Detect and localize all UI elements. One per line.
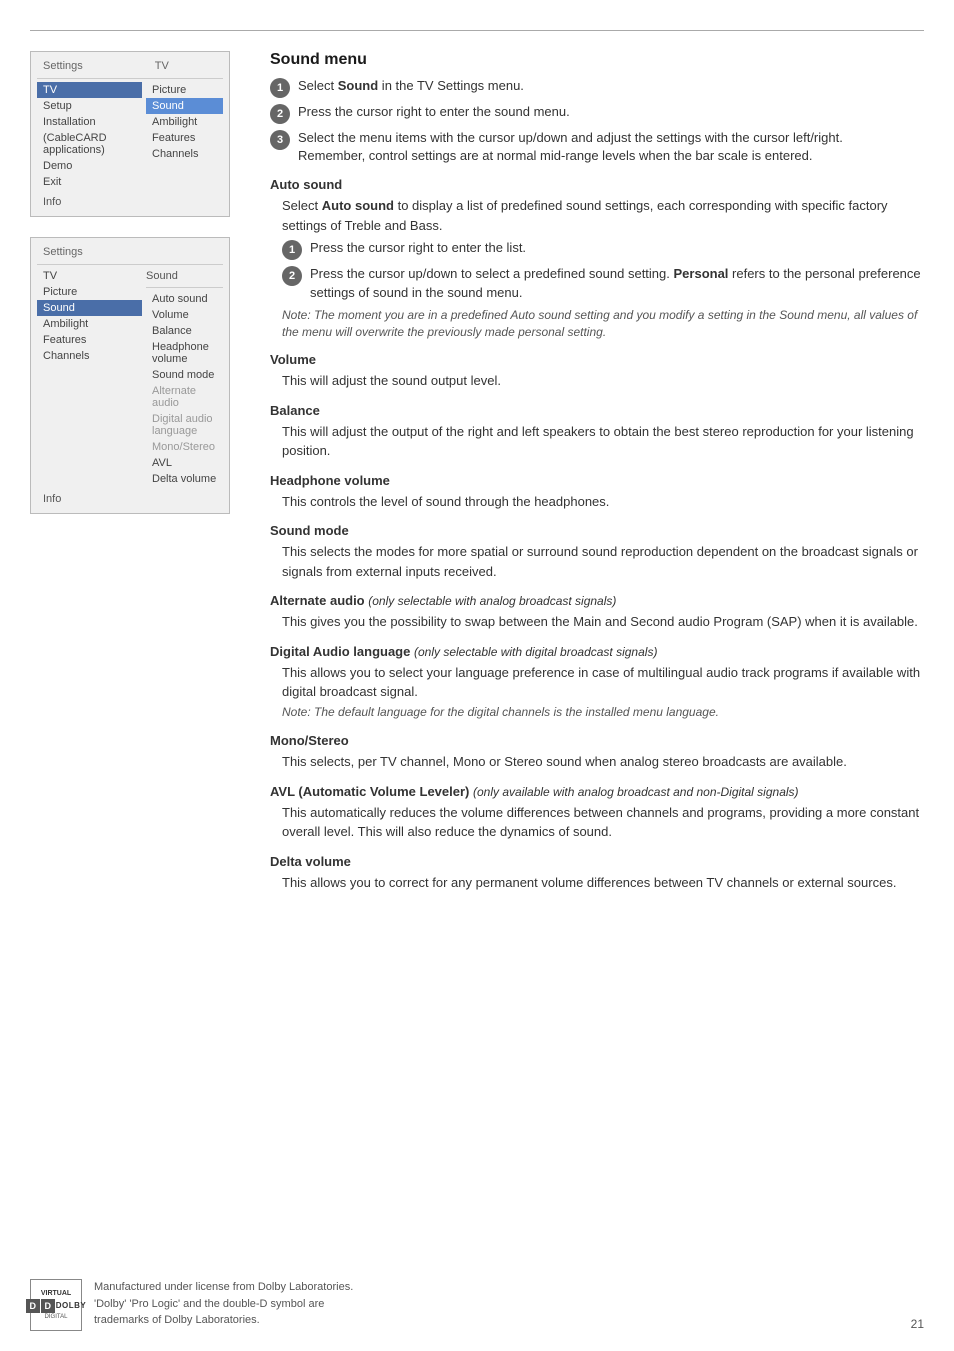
menu-item[interactable]: Ambilight [146,114,223,130]
section-avl-body: This automatically reduces the volume di… [270,803,924,842]
section-auto-sound-body: Select Auto sound to display a list of p… [270,196,924,235]
section-balance-body: This will adjust the output of the right… [270,422,924,461]
auto-sound-step-text-2: Press the cursor up/down to select a pre… [310,265,924,301]
section-auto-sound-title: Auto sound [270,177,924,192]
section-mono-title: Mono/Stereo [270,733,924,748]
menu-item[interactable]: Features [37,332,142,348]
dolby-middle: D D DOLBY [26,1299,87,1313]
menu-item[interactable]: Picture [146,82,223,98]
top-rule [30,30,924,31]
menu-item[interactable]: Volume [146,307,223,323]
menu1-info: Info [37,194,223,210]
menu2-sound-divider [146,287,223,288]
dolby-d-icon: D [26,1299,40,1313]
section-volume-title: Volume [270,352,924,367]
menu-header-1: Settings TV [37,58,223,74]
menu2-settings-label: Settings [37,244,89,260]
section-digital-body: This allows you to select your language … [270,663,924,722]
page-container: Settings TV TV Setup Installation (Cable… [0,0,954,1351]
menu-item[interactable]: Exit [37,174,142,190]
page-number: 21 [911,1317,924,1331]
menu-item[interactable]: Channels [146,146,223,162]
auto-sound-note: Note: The moment you are in a predefined… [270,307,924,341]
auto-sound-step-number-2: 2 [282,266,302,286]
section-delta-title: Delta volume [270,854,924,869]
menu2-sound-header: Sound [146,268,223,284]
left-column: Settings TV TV Setup Installation (Cable… [30,51,250,896]
section-mono-body: This selects, per TV channel, Mono or St… [270,752,924,772]
section-headphone-body: This controls the level of sound through… [270,492,924,512]
menu2-divider [37,264,223,265]
menu-header-2: Settings [37,244,223,260]
menu-item[interactable]: Channels [37,348,142,364]
menu2-left-col: TV Picture Sound Ambilight Features Chan… [37,268,142,487]
dolby-logo: VIRTUAL D D DOLBY DIGITAL [30,1279,82,1331]
menu-item[interactable]: Digital audio language [146,411,223,439]
section-balance-title: Balance [270,403,924,418]
menu-box-2: Settings TV Picture Sound Ambilight Feat… [30,237,230,514]
dolby-d-icon-2: D [41,1299,55,1313]
menu-item[interactable]: TV [37,82,142,98]
menu-item[interactable]: AVL [146,455,223,471]
menu2-columns: TV Picture Sound Ambilight Features Chan… [37,268,223,487]
footer-license-text: Manufactured under license from Dolby La… [94,1279,353,1329]
menu-item[interactable]: Alternate audio [146,383,223,411]
section-headphone-title: Headphone volume [270,473,924,488]
step-number-3: 3 [270,130,290,150]
menu-item[interactable]: Delta volume [146,471,223,487]
footer: VIRTUAL D D DOLBY DIGITAL Manufactured u… [30,1279,924,1331]
page-title: Sound menu [270,51,924,69]
dolby-virtual-text: VIRTUAL [41,1290,71,1298]
menu-item[interactable]: Balance [146,323,223,339]
main-layout: Settings TV TV Setup Installation (Cable… [30,51,924,896]
menu1-left-col: TV Setup Installation (CableCARD applica… [37,82,142,190]
step-number-2: 2 [270,104,290,124]
menu-item[interactable]: Ambilight [37,316,142,332]
menu-item[interactable]: Picture [37,284,142,300]
menu-item[interactable]: Setup [37,98,142,114]
menu-box-1: Settings TV TV Setup Installation (Cable… [30,51,230,217]
dolby-digital-text: DIGITAL [45,1314,68,1320]
menu-item[interactable]: Auto sound [146,291,223,307]
section-alternate-body: This gives you the possibility to swap b… [270,612,924,632]
step-text-3: Select the menu items with the cursor up… [298,129,843,165]
section-volume-body: This will adjust the sound output level. [270,371,924,391]
auto-sound-step-1: 1 Press the cursor right to enter the li… [270,239,924,260]
step-3: 3 Select the menu items with the cursor … [270,129,924,165]
menu-item[interactable]: Headphone volume [146,339,223,367]
menu-item[interactable]: Mono/Stereo [146,439,223,455]
menu-item[interactable]: Installation [37,114,142,130]
step-number-1: 1 [270,78,290,98]
menu1-right-col: Picture Sound Ambilight Features Channel… [146,82,223,190]
menu2-right-col: Sound Auto sound Volume Balance Headphon… [146,268,223,487]
section-digital-title: Digital Audio language (only selectable … [270,644,924,659]
auto-sound-step-2: 2 Press the cursor up/down to select a p… [270,265,924,301]
step-text-2: Press the cursor right to enter the soun… [298,103,570,121]
menu-header-settings-label: Settings [37,58,89,74]
menu1-columns: TV Setup Installation (CableCARD applica… [37,82,223,190]
menu-item[interactable]: Sound mode [146,367,223,383]
menu-item-sound-highlighted[interactable]: Sound [37,300,142,316]
menu1-divider [37,78,223,79]
step-1: 1 Select Sound in the TV Settings menu. [270,77,924,98]
right-column: Sound menu 1 Select Sound in the TV Sett… [250,51,924,896]
menu-item[interactable]: (CableCARD applications) [37,130,142,158]
section-soundmode-body: This selects the modes for more spatial … [270,542,924,581]
section-soundmode-title: Sound mode [270,523,924,538]
menu-item-sound-selected[interactable]: Sound [146,98,223,114]
auto-sound-step-text-1: Press the cursor right to enter the list… [310,239,526,257]
auto-sound-step-number-1: 1 [282,240,302,260]
menu-item[interactable]: Demo [37,158,142,174]
menu-item[interactable]: TV [37,268,142,284]
menu2-info: Info [37,491,223,507]
dolby-name-text: DOLBY [56,1301,87,1310]
section-delta-body: This allows you to correct for any perma… [270,873,924,893]
section-avl-title: AVL (Automatic Volume Leveler) (only ava… [270,784,924,799]
section-alternate-title: Alternate audio (only selectable with an… [270,593,924,608]
step-2: 2 Press the cursor right to enter the so… [270,103,924,124]
step-text-1: Select Sound in the TV Settings menu. [298,77,524,95]
menu-header-tv-label: TV [149,58,175,74]
menu-item[interactable]: Features [146,130,223,146]
